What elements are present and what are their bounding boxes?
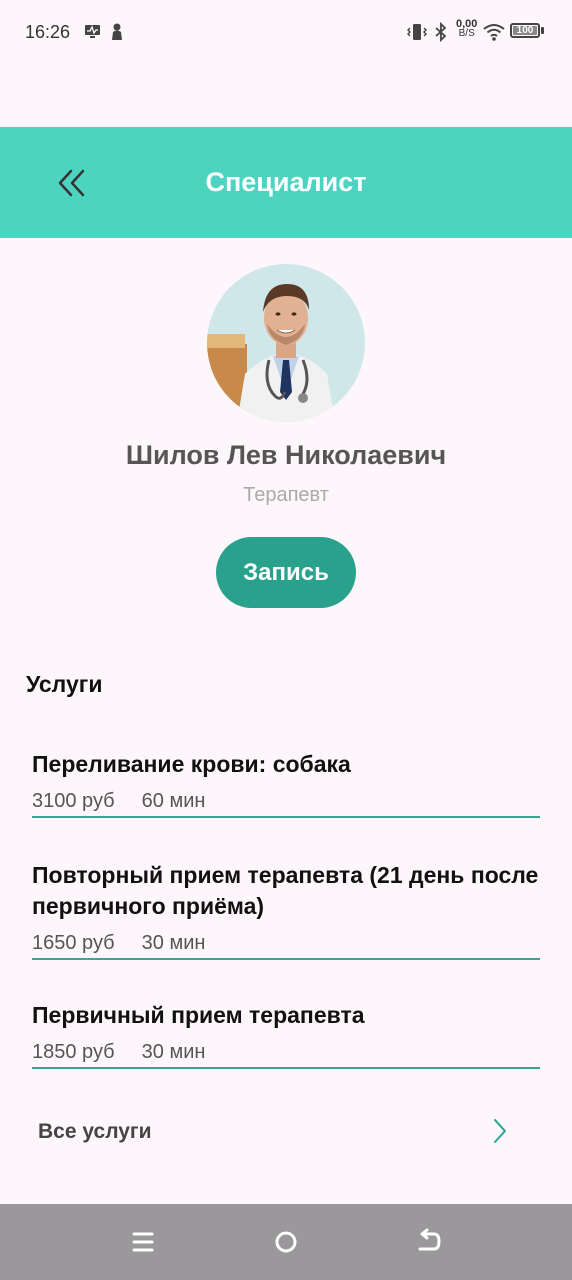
person-icon [112,23,122,40]
service-price: 3100 руб [32,790,115,812]
service-item[interactable]: Переливание крови: собака 3100 руб 60 мин [32,749,540,818]
home-circle-icon [275,1231,297,1253]
status-time: 16:26 [25,22,71,42]
doctor-specialty: Терапевт [243,484,329,506]
chevron-right-icon [494,1119,506,1143]
service-meta: 1850 руб 30 мин [32,1041,540,1067]
doctor-name: Шилов Лев Николаевич [125,440,447,470]
battery-tip [541,27,544,34]
service-duration: 30 мин [141,932,206,954]
battery-level: 100 [516,25,534,36]
nav-menu-button[interactable] [125,1224,161,1260]
service-item[interactable]: Первичный прием терапевта 1850 руб 30 мин [32,1000,540,1069]
page-title: Специалист [205,167,367,197]
bluetooth-icon [435,22,447,42]
vibrate-icon [407,24,427,40]
menu-icon [132,1232,154,1252]
screen: 16:26 0,00 B/S 100 Специалист Шилов Лев … [0,0,572,1280]
nav-back-button[interactable] [410,1224,446,1260]
service-meta: 3100 руб 60 мин [32,790,540,816]
services-section-title: Услуги [26,671,103,697]
service-name: Первичный прием терапевта [32,1002,365,1028]
service-name: Повторный прием терапевта (21 день после… [32,862,539,919]
nav-home-button[interactable] [268,1224,304,1260]
book-appointment-button[interactable]: Запись [216,537,356,608]
network-speed: 0,00 B/S [456,19,477,39]
service-meta: 1650 руб 30 мин [32,932,540,958]
service-item[interactable]: Повторный прием терапевта (21 день после… [32,860,540,960]
service-duration: 60 мин [141,790,206,812]
status-bar: 16:26 0,00 B/S 100 [0,0,572,64]
battery-icon: 100 [510,23,540,38]
doctor-avatar [207,264,365,422]
back-arrow-icon [418,1228,441,1251]
monitor-icon [85,25,100,38]
all-services-link[interactable]: Все услуги [38,1114,508,1150]
service-price: 1650 руб [32,932,115,954]
service-duration: 30 мин [141,1041,206,1063]
service-name: Переливание крови: собака [32,751,351,777]
wifi-icon [483,24,505,41]
app-header: Специалист [0,127,572,238]
all-services-label: Все услуги [38,1120,152,1143]
service-price: 1850 руб [32,1041,115,1063]
system-navigation-bar [0,1204,572,1280]
speed-unit: B/S [458,28,475,39]
